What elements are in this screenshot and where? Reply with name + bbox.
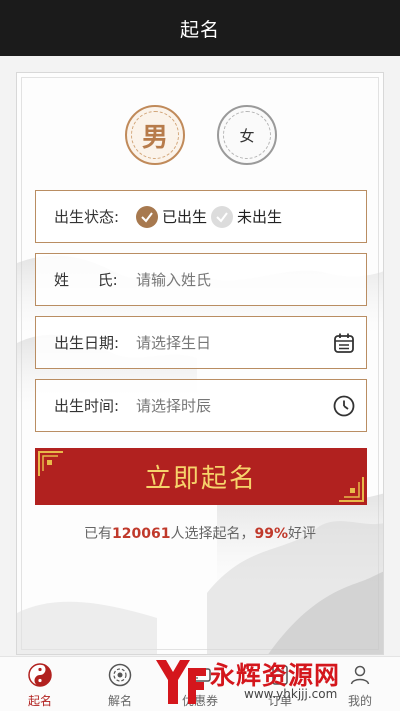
tab-profile[interactable]: 我的: [320, 657, 400, 711]
birth-date-row[interactable]: 出生日期: 请选择生日: [35, 316, 367, 369]
tab-naming-label: 起名: [27, 694, 52, 708]
stats-prefix: 已有: [84, 526, 113, 542]
born-radio[interactable]: 已出生: [136, 205, 208, 228]
bottom-tab-bar: 起名 解名 优惠券 订单 我的: [0, 656, 400, 711]
stats-count: 120061: [112, 526, 171, 542]
naming-form-card: 男 女 出生状态: 已出生 未出生 姓 氏: 出生日期: 请选择生日: [16, 72, 384, 655]
yin-yang-icon: [28, 663, 52, 687]
clock-icon[interactable]: [332, 394, 356, 418]
tab-coupon-label: 优惠券: [181, 694, 218, 708]
bagua-icon: [108, 663, 132, 687]
corner-ornament-icon: [339, 477, 364, 502]
tab-orders-label: 订单: [267, 694, 292, 708]
birth-status-row: 出生状态: 已出生 未出生: [35, 190, 367, 243]
birth-time-row[interactable]: 出生时间: 请选择时辰: [35, 379, 367, 432]
page-title: 起名: [179, 18, 220, 41]
surname-row: 姓 氏:: [35, 253, 367, 306]
calendar-icon[interactable]: [332, 331, 356, 355]
check-icon: [211, 205, 234, 228]
unborn-radio-label: 未出生: [237, 208, 283, 226]
male-gender-button[interactable]: 男: [125, 105, 185, 165]
corner-ornament-icon: [38, 451, 63, 476]
order-icon: [268, 663, 292, 687]
male-label: 男: [141, 122, 168, 153]
coupon-icon: [188, 663, 212, 687]
submit-naming-label: 立即起名: [144, 464, 257, 494]
birth-status-label: 出生状态:: [54, 208, 120, 226]
check-icon: [136, 205, 158, 228]
submit-naming-button[interactable]: 立即起名: [35, 448, 367, 505]
surname-input[interactable]: [136, 270, 306, 289]
born-radio-label: 已出生: [162, 208, 208, 226]
user-stats-text: 已有120061人选择起名，99%好评: [17, 523, 383, 543]
unborn-radio[interactable]: 未出生: [211, 205, 283, 228]
top-navigation-bar: 起名: [0, 0, 400, 56]
birth-time-label: 出生时间:: [54, 397, 120, 415]
stats-middle: 人选择起名，: [170, 526, 255, 542]
tab-interpret[interactable]: 解名: [80, 657, 160, 711]
female-gender-button[interactable]: 女: [217, 105, 277, 165]
stats-percent: 99%: [254, 526, 288, 542]
female-label: 女: [239, 126, 255, 145]
tab-interpret-label: 解名: [107, 694, 132, 708]
tab-orders[interactable]: 订单: [240, 657, 320, 711]
user-icon: [348, 663, 372, 687]
birth-date-label: 出生日期:: [54, 334, 120, 352]
surname-label: 姓 氏:: [54, 271, 118, 289]
tab-coupon[interactable]: 优惠券: [160, 657, 240, 711]
stats-suffix: 好评: [287, 526, 316, 542]
tab-profile-label: 我的: [347, 694, 372, 708]
tab-naming[interactable]: 起名: [0, 657, 80, 711]
